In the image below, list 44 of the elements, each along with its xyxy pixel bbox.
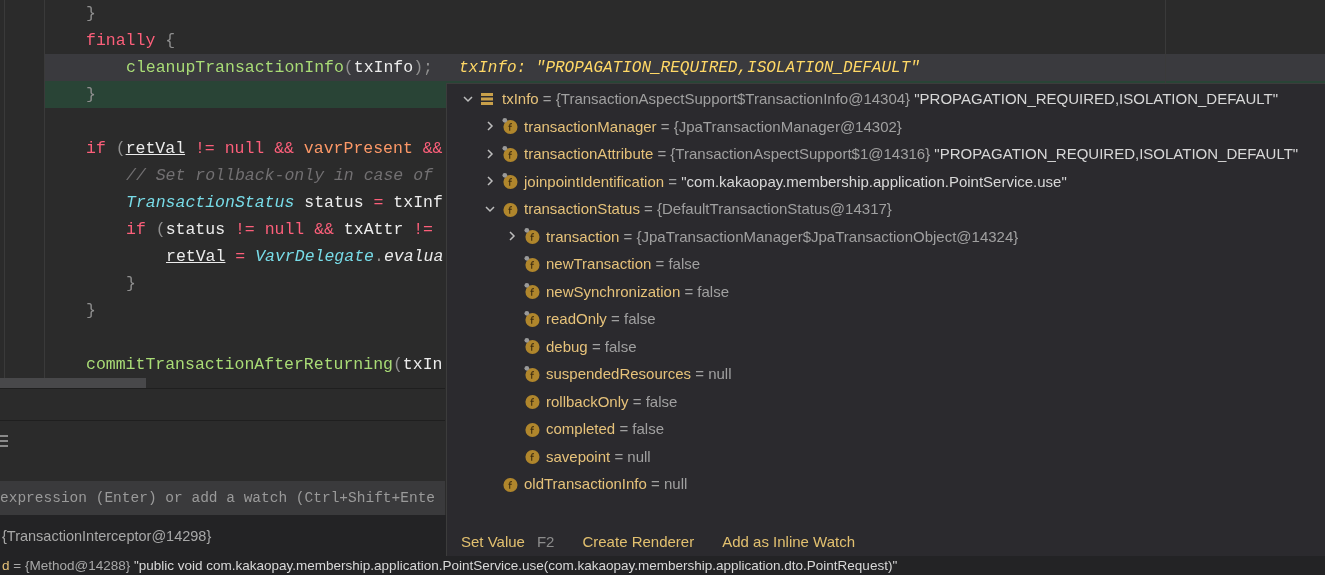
code-line: } [86, 4, 96, 23]
variable-entry[interactable]: transactionManager = {JpaTransactionManager@14302} [524, 117, 902, 135]
inline-value-hint: txInfo: "PROPAGATION_REQUIRED,ISOLATION_DEFAULT" [459, 58, 920, 77]
variable-entry[interactable]: joinpointIdentification = "com.kakaopay.membership.application.PointService.use" [524, 172, 1067, 190]
popup-action-link[interactable]: Add as Inline Watch [722, 532, 856, 550]
code-line: TransactionStatus status = txInf [126, 193, 443, 212]
evaluate-field[interactable]: expression (Enter) or add a watch (Ctrl+Shift+Ente [0, 481, 445, 515]
variable-entry[interactable]: transactionAttribute = {TransactionAspectSupport$1@14316} "PROPAGATION_REQUIRED,ISOLATION_DEFAULT" [524, 145, 1299, 163]
variable-entry[interactable]: txInfo = {TransactionAspectSupport$TransactionInfo@14304} "PROPAGATION_REQUIRED,ISOLATION_DEFAULT" [502, 90, 1279, 108]
code-line: } [86, 301, 96, 320]
variable-entry[interactable]: rollbackOnly = false [546, 392, 678, 410]
chevron-down-icon[interactable] [462, 93, 473, 104]
code-line: finally { [86, 31, 176, 50]
code-line: if (retVal != null && vavrPresent && [86, 139, 443, 158]
scrollbar-thumb[interactable] [0, 378, 146, 388]
popup-action-link[interactable]: Create Renderer [582, 532, 695, 550]
variable-entry[interactable]: {TransactionInterceptor@14298} [2, 528, 212, 544]
variable-entry[interactable]: d = {Method@14288} "public void com.kakaopay.membership.application.PointService.use(com.kakaopay.membership.application.dto.PointRequest)" [2, 558, 898, 573]
code-line: commitTransactionAfterReturning(txIn [86, 355, 443, 374]
code-line: if (status != null && txAttr != [126, 220, 433, 239]
variable-entry[interactable]: newSynchronization = false [546, 282, 730, 300]
code-line: // Set rollback-only in case of [126, 166, 433, 185]
shortcut-label: F2 [536, 532, 555, 550]
object-icon [480, 91, 494, 106]
code-line: cleanupTransactionInfo(txInfo); [126, 58, 433, 77]
code-line: } [126, 274, 136, 293]
variable-entry[interactable]: savepoint = null [546, 447, 651, 465]
variable-entry[interactable]: transaction = {JpaTransactionManager$JpaTransactionObject@14324} [546, 227, 1019, 245]
chevron-right-icon[interactable] [484, 148, 495, 159]
variable-entry[interactable]: readOnly = false [546, 310, 656, 328]
popup-action-link[interactable]: Set Value [461, 532, 525, 550]
variable-entry[interactable]: newTransaction = false [546, 255, 701, 273]
variable-entry[interactable]: transactionStatus = {DefaultTransactionStatus@14317} [524, 200, 892, 218]
chevron-right-icon[interactable] [484, 121, 495, 132]
variable-entry[interactable]: oldTransactionInfo = null [524, 475, 688, 493]
variable-entry[interactable]: debug = false [546, 337, 637, 355]
chevron-right-icon[interactable] [484, 176, 495, 187]
chevron-down-icon[interactable] [484, 203, 495, 214]
variable-entry[interactable]: completed = false [546, 420, 664, 438]
chevron-right-icon[interactable] [506, 231, 517, 242]
list-icon[interactable] [0, 434, 8, 448]
code-line: retVal = VavrDelegate.evalua [166, 247, 444, 266]
code-line: } [86, 85, 96, 104]
variable-entry[interactable]: suspendedResources = null [546, 365, 732, 383]
